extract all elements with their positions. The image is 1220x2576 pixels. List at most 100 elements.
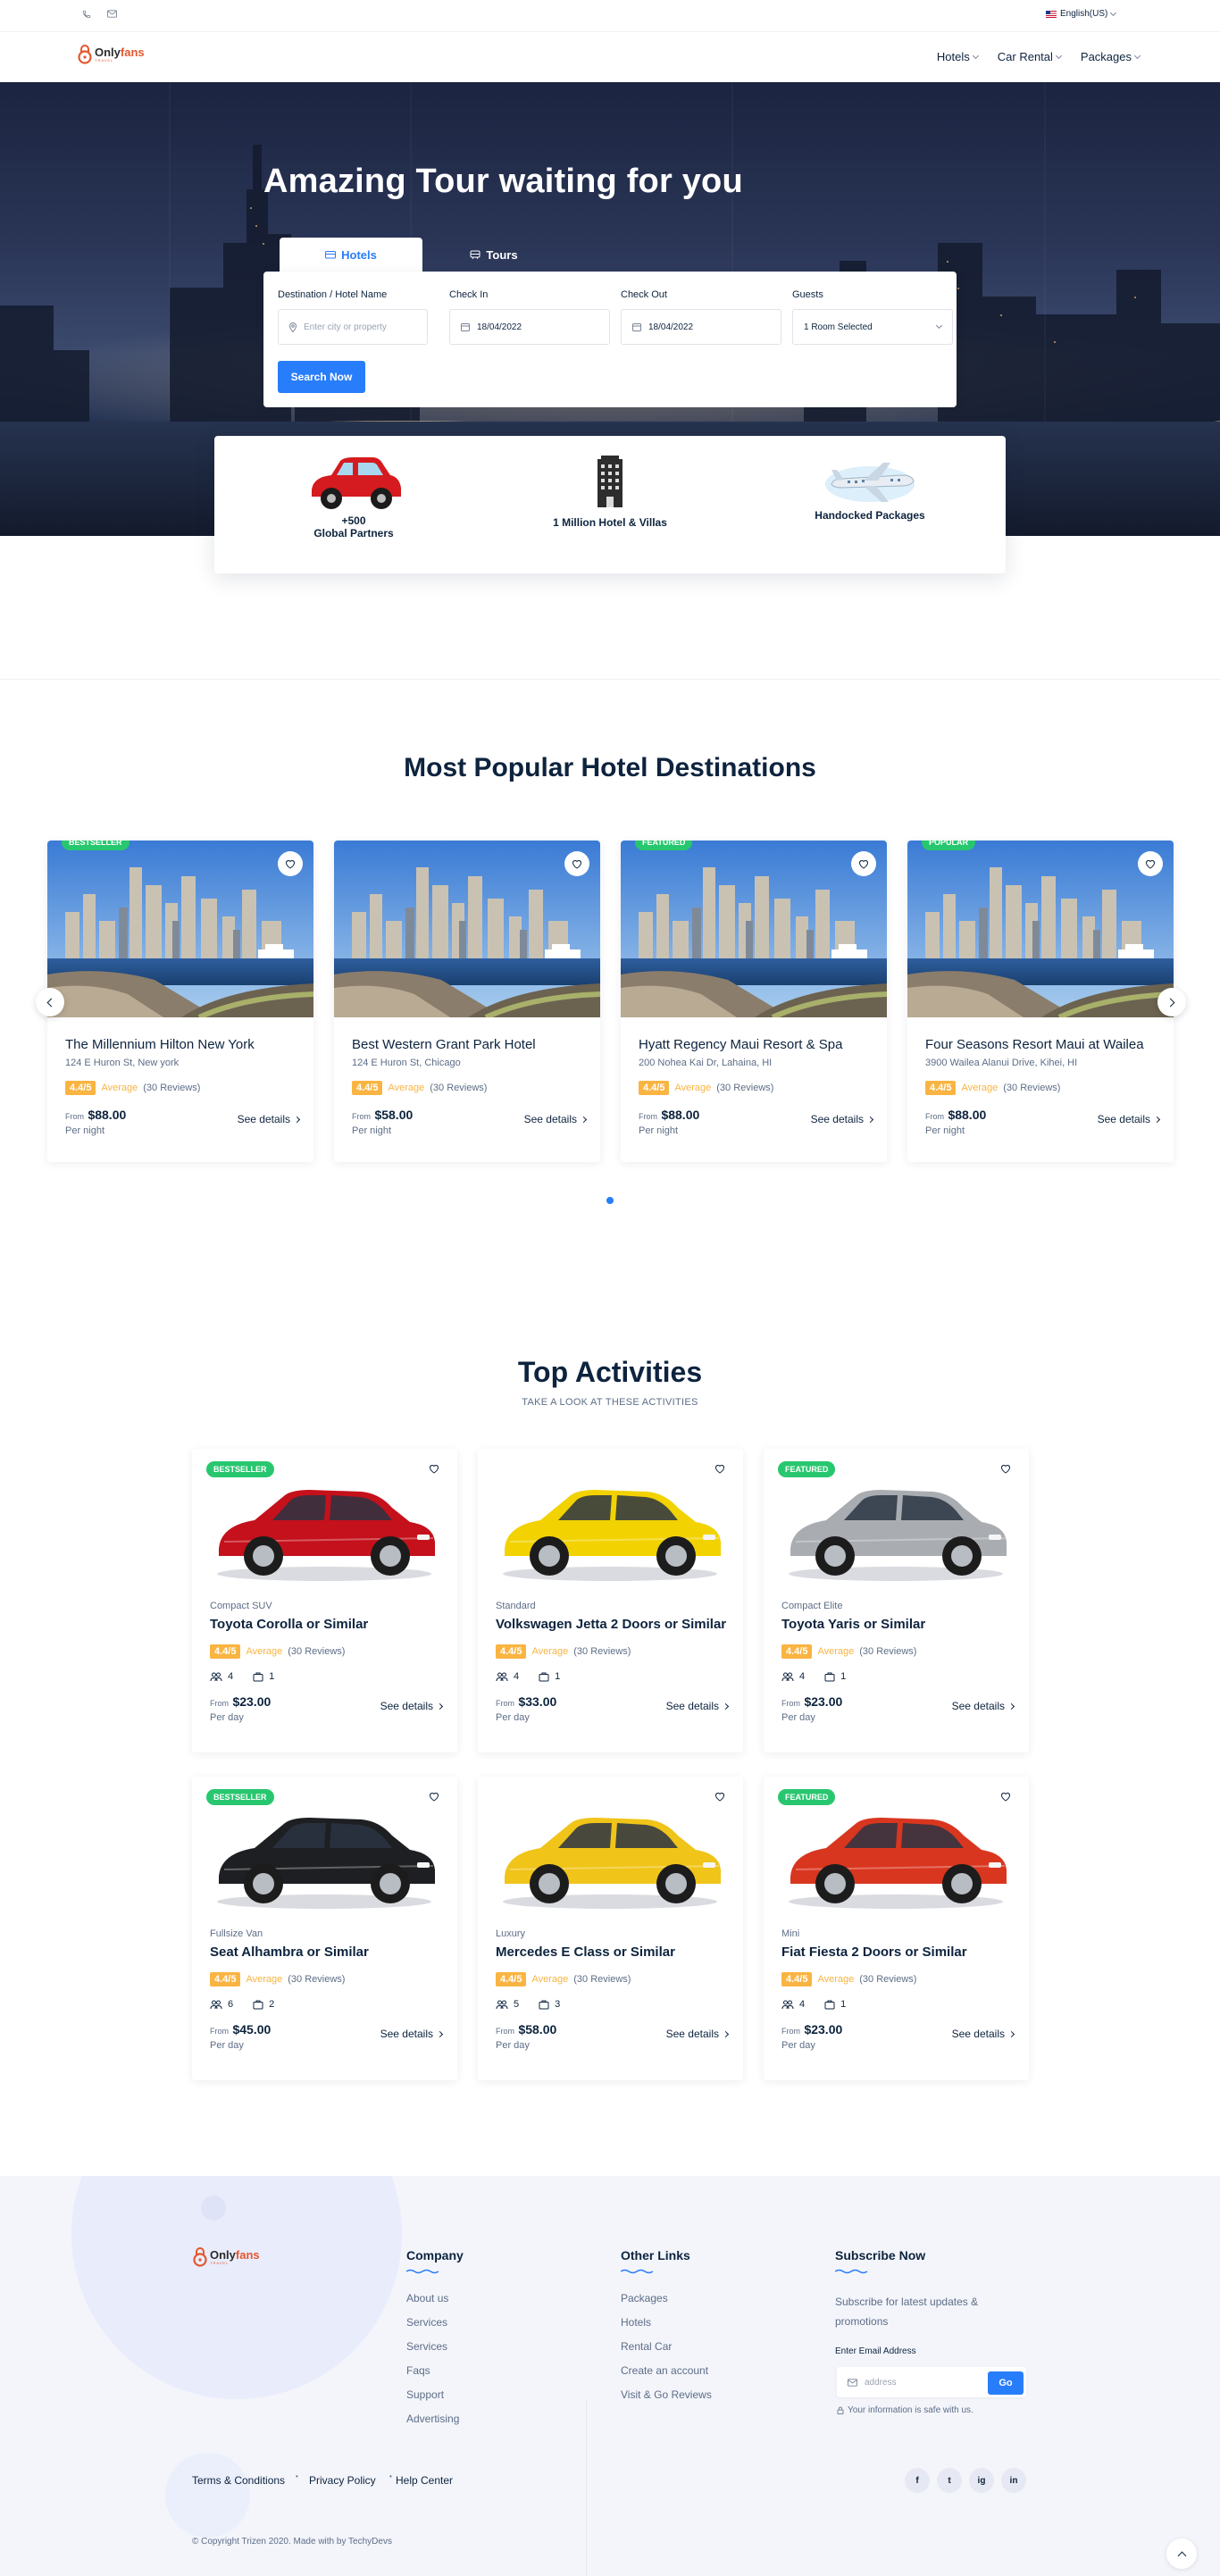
subscribe-go-button[interactable]: Go — [988, 2371, 1024, 2395]
car-name[interactable]: Volkswagen Jetta 2 Doors or Similar — [496, 1617, 728, 1632]
favorite-button[interactable] — [1138, 851, 1163, 876]
hotel-card[interactable]: FEATURED Hyatt Regency Maui Resort & Spa 2… — [621, 841, 887, 1162]
see-details-link[interactable]: See details — [1098, 1113, 1161, 1125]
footer-link[interactable]: Advertising — [406, 2413, 459, 2425]
review-count: (30 Reviews) — [716, 1083, 774, 1093]
carousel-next-button[interactable] — [1157, 988, 1186, 1016]
hotel-search-form: Destination / Hotel Name Enter city or p… — [263, 272, 957, 407]
menu-item-car-rental[interactable]: Car Rental — [998, 50, 1062, 63]
guests-select[interactable]: 1 Room Selected — [792, 309, 953, 345]
car-name[interactable]: Fiat Fiesta 2 Doors or Similar — [781, 1945, 1014, 1960]
see-details-link[interactable]: See details — [666, 1700, 730, 1712]
car-category: Compact SUV — [210, 1601, 272, 1611]
social-button[interactable]: in — [1001, 2468, 1026, 2493]
favorite-button[interactable] — [995, 1786, 1016, 1807]
car-name[interactable]: Seat Alhambra or Similar — [210, 1945, 442, 1960]
checkout-input[interactable]: 18/04/2022 — [621, 309, 781, 345]
hotel-card-body: The Millennium Hilton New York 124 E Huro… — [65, 1037, 301, 1136]
footer-logo[interactable]: Onlyfans TRAVEL — [192, 2247, 260, 2267]
tab-hotels[interactable]: Hotels — [280, 238, 422, 272]
hotel-card[interactable]: Best Western Grant Park Hotel 124 E Huron… — [334, 841, 600, 1162]
price-block: From $45.00 Per day — [210, 2022, 271, 2051]
see-details-link[interactable]: See details — [524, 1113, 588, 1125]
footer-link[interactable]: Services — [406, 2340, 447, 2353]
footer-link[interactable]: Visit & Go Reviews — [621, 2388, 712, 2401]
rating-text: Average — [101, 1083, 138, 1093]
footer-link[interactable]: Create an account — [621, 2364, 708, 2377]
see-details-link[interactable]: See details — [811, 1113, 874, 1125]
hotel-card[interactable]: POPULAR Four Seasons Resort Maui at Waile… — [907, 841, 1174, 1162]
car-name[interactable]: Mercedes E Class or Similar — [496, 1945, 728, 1960]
see-details-link[interactable]: See details — [952, 1700, 1015, 1712]
hotel-name[interactable]: The Millennium Hilton New York — [65, 1037, 299, 1052]
activity-card[interactable]: FEATURED Compact Elite Toyota Yaris or Sim… — [764, 1449, 1029, 1752]
favorite-button[interactable] — [709, 1458, 731, 1479]
footer-link[interactable]: Faqs — [406, 2364, 430, 2377]
guests-label: Guests — [792, 289, 823, 300]
social-button[interactable]: f — [905, 2468, 930, 2493]
car-name[interactable]: Toyota Corolla or Similar — [210, 1617, 442, 1632]
see-details-link[interactable]: See details — [666, 2028, 730, 2040]
seats-count: 5 — [514, 1999, 520, 2010]
see-details-link[interactable]: See details — [952, 2028, 1015, 2040]
hotel-name[interactable]: Four Seasons Resort Maui at Wailea — [925, 1037, 1159, 1052]
mail-icon[interactable] — [107, 10, 117, 18]
see-details-link[interactable]: See details — [238, 1113, 301, 1125]
feature-title: Handocked Packages — [815, 509, 925, 522]
destination-input[interactable]: Enter city or property — [278, 309, 428, 345]
calendar-icon — [632, 322, 641, 331]
rating-text: Average — [961, 1083, 999, 1093]
footer-bottom-link[interactable]: Terms & Conditions — [192, 2474, 285, 2487]
footer-link[interactable]: Packages — [621, 2292, 668, 2304]
see-details-link[interactable]: See details — [380, 1700, 444, 1712]
phone-icon[interactable] — [82, 10, 91, 19]
see-details-link[interactable]: See details — [380, 2028, 444, 2040]
activity-card[interactable]: BESTSELLER Fullsize Van Seat Alhambra or S… — [192, 1777, 457, 2080]
activities-section-title: Top Activities — [517, 1356, 703, 1388]
hotel-name[interactable]: Hyatt Regency Maui Resort & Spa — [639, 1037, 873, 1052]
search-now-button[interactable]: Search Now — [278, 361, 365, 393]
footer-link[interactable]: Services — [406, 2316, 447, 2329]
favorite-button[interactable] — [851, 851, 876, 876]
passengers-icon — [781, 1672, 794, 1682]
activity-card[interactable]: BESTSELLER Compact SUV Toyota Corolla or S… — [192, 1449, 457, 1752]
language-select[interactable]: English(US) — [1046, 9, 1117, 19]
instagram-icon: ig — [977, 2475, 986, 2486]
back-to-top-button[interactable] — [1166, 2538, 1197, 2569]
tab-tours[interactable]: Tours — [422, 238, 565, 272]
bags-count: 1 — [269, 1671, 275, 1682]
checkin-input[interactable]: 18/04/2022 — [449, 309, 610, 345]
hotel-name[interactable]: Best Western Grant Park Hotel — [352, 1037, 586, 1052]
site-logo[interactable]: Onlyfans TRAVEL — [77, 45, 145, 64]
favorite-button[interactable] — [278, 851, 303, 876]
review-count: (30 Reviews) — [143, 1083, 201, 1093]
favorite-button[interactable] — [423, 1458, 445, 1479]
price-row: From $88.00 Per night See details — [639, 1108, 874, 1136]
favorite-button[interactable] — [564, 851, 589, 876]
favorite-button[interactable] — [995, 1458, 1016, 1479]
price-unit: Per day — [496, 2040, 530, 2051]
carousel-prev-button[interactable] — [36, 988, 64, 1016]
activity-card[interactable]: Standard Volkswagen Jetta 2 Doors or Simi… — [478, 1449, 743, 1752]
menu-item-hotels[interactable]: Hotels — [937, 50, 979, 63]
car-name[interactable]: Toyota Yaris or Similar — [781, 1617, 1014, 1632]
footer-bottom-link[interactable]: Help Center — [396, 2474, 453, 2487]
rating-row: 4.4/5 Average (30 Reviews) — [210, 1644, 442, 1659]
activity-card[interactable]: Luxury Mercedes E Class or Similar 4.4/5 Av… — [478, 1777, 743, 2080]
activity-card-body: Standard Volkswagen Jetta 2 Doors or Simi… — [496, 1601, 730, 1723]
hotel-card[interactable]: BESTSELLER The Millennium Hilton New York… — [47, 841, 313, 1162]
social-button[interactable]: ig — [969, 2468, 994, 2493]
footer-link[interactable]: Rental Car — [621, 2340, 672, 2353]
footer-link[interactable]: About us — [406, 2292, 448, 2304]
footer-bottom-link[interactable]: Privacy Policy — [309, 2474, 376, 2487]
footer-link[interactable]: Hotels — [621, 2316, 651, 2329]
footer-link[interactable]: Support — [406, 2388, 444, 2401]
carousel-dot-active[interactable] — [606, 1197, 614, 1204]
social-button[interactable]: t — [937, 2468, 962, 2493]
activity-card[interactable]: FEATURED Mini Fiat Fiesta 2 Doors or Simil… — [764, 1777, 1029, 2080]
favorite-button[interactable] — [709, 1786, 731, 1807]
menu-item-packages[interactable]: Packages — [1081, 50, 1141, 63]
favorite-button[interactable] — [423, 1786, 445, 1807]
heart-icon — [1145, 859, 1156, 869]
price-value: $58.00 — [518, 2022, 557, 2037]
